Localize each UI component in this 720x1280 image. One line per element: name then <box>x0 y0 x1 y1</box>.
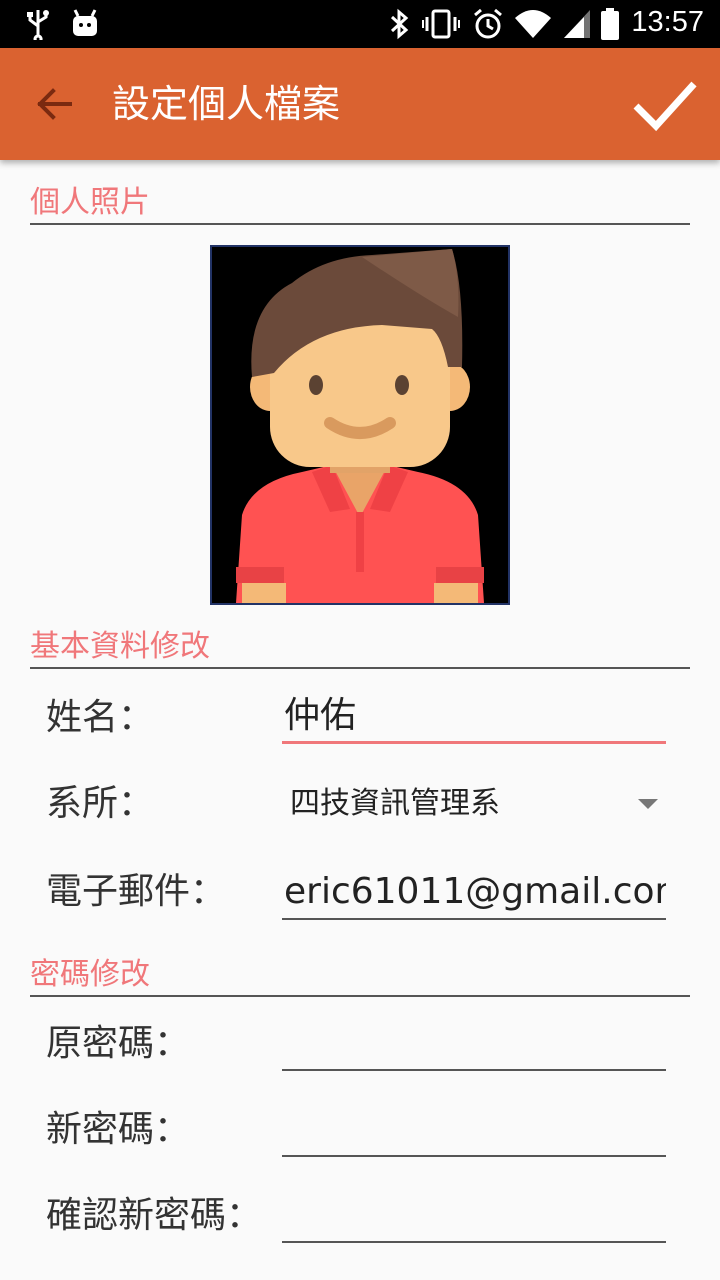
page-title: 設定個人檔案 <box>112 82 341 126</box>
android-icon <box>73 9 97 36</box>
email-input[interactable]: eric61011@gmail.com <box>282 868 666 920</box>
bluetooth-icon <box>390 8 409 40</box>
photo-section-header: 個人照片 <box>30 183 690 225</box>
name-input[interactable]: 仲佑 <box>282 692 666 744</box>
basic-section-title: 基本資料修改 <box>30 629 210 664</box>
battery-icon <box>601 8 619 40</box>
wifi-icon <box>515 10 551 38</box>
department-label: 系所： <box>46 783 155 824</box>
basic-section-header: 基本資料修改 <box>30 627 690 669</box>
avatar[interactable] <box>210 245 510 605</box>
check-icon[interactable] <box>628 72 700 136</box>
name-label: 姓名： <box>46 697 155 738</box>
department-selected-value: 四技資訊管理系 <box>290 786 500 821</box>
status-bar: 13:57 <box>0 0 720 48</box>
usb-icon <box>27 10 49 40</box>
dropdown-arrow-icon[interactable] <box>636 798 660 810</box>
old-password-input[interactable] <box>282 1019 666 1071</box>
password-section-header: 密碼修改 <box>30 955 690 997</box>
new-password-label: 新密碼： <box>46 1109 191 1150</box>
password-section-title: 密碼修改 <box>30 957 150 992</box>
signal-icon <box>564 10 590 38</box>
confirm-password-label: 確認新密碼： <box>46 1195 263 1236</box>
clock: 13:57 <box>631 6 704 38</box>
app-bar: 設定個人檔案 <box>0 48 720 160</box>
new-password-input[interactable] <box>282 1105 666 1157</box>
vibrate-icon <box>422 9 460 39</box>
department-select[interactable]: 四技資訊管理系 <box>282 778 666 830</box>
old-password-label: 原密碼： <box>46 1023 191 1064</box>
email-label: 電子郵件： <box>46 871 227 912</box>
avatar-illustration <box>236 249 484 603</box>
alarm-icon <box>474 8 502 39</box>
arrow-back-icon[interactable] <box>24 80 88 128</box>
confirm-password-input[interactable] <box>282 1191 666 1243</box>
photo-section-title: 個人照片 <box>30 185 150 220</box>
